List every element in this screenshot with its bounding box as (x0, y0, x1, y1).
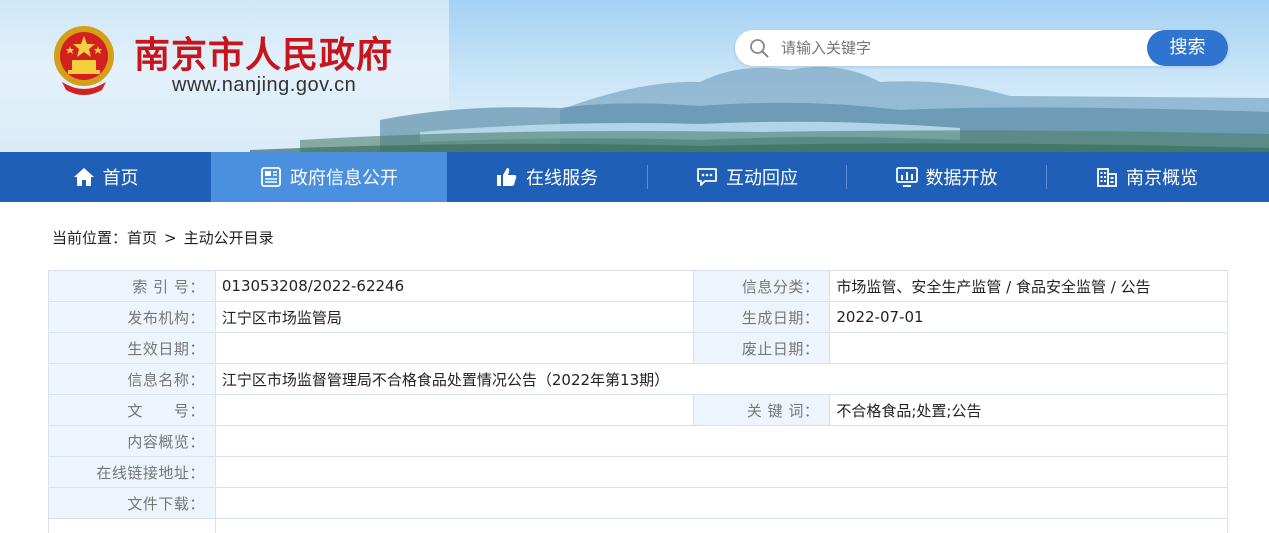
home-icon (73, 168, 94, 186)
nav-item-label: 数据开放 (925, 168, 998, 189)
table-row: 索 引 号： 013053208/2022-62246 信息分类： 市场监管、安… (48, 270, 1228, 302)
created-date-value: 2022-07-01 (829, 301, 1228, 333)
table-row: 文 号： 关 键 词： 不合格食品;处置;公告 (48, 394, 1228, 426)
monitor-chart-icon (895, 167, 918, 187)
nav-item-interaction[interactable]: 互动回应 (648, 152, 846, 202)
breadcrumb-prefix: 当前位置： (52, 229, 128, 247)
expiry-date-label: 废止日期： (693, 332, 831, 364)
table-row: 内容概览： (48, 425, 1229, 457)
thumbs-up-icon (497, 168, 517, 186)
breadcrumb-link-catalog[interactable]: 主动公开目录 (184, 227, 274, 248)
breadcrumb-link-home[interactable]: 首页 (127, 227, 157, 248)
table-tail-cell (48, 518, 216, 533)
info-table: 索 引 号： 013053208/2022-62246 信息分类： 市场监管、安… (48, 270, 1229, 533)
index-no-value: 013053208/2022-62246 (214, 270, 695, 302)
category-label: 信息分类： (693, 270, 831, 302)
table-row (48, 518, 1229, 533)
summary-label: 内容概览： (48, 425, 216, 457)
nav-item-label: 互动回应 (726, 168, 798, 189)
site-url: www.nanjing.gov.cn (172, 74, 357, 96)
file-download-value[interactable] (214, 487, 1229, 519)
nav-item-gov-info[interactable]: 政府信息公开 (211, 152, 447, 202)
nav-item-label: 政府信息公开 (290, 168, 398, 189)
main-nav: 首页 政府信息公开 在线服务 互动回应 数据开放 南京概览 (0, 152, 1269, 202)
breadcrumb: 当前位置：首页 > 主动公开目录 (52, 227, 274, 248)
chat-icon (697, 168, 717, 186)
document-icon (261, 167, 281, 187)
nav-item-label: 南京概览 (1126, 168, 1198, 189)
header-banner: 南京市人民政府 www.nanjing.gov.cn 搜索 (0, 0, 1269, 152)
info-name-label: 信息名称： (48, 363, 216, 395)
nav-item-label: 在线服务 (526, 168, 598, 189)
table-row: 信息名称： 江宁区市场监督管理局不合格食品处置情况公告（2022年第13期） (48, 363, 1229, 395)
category-value: 市场监管、安全生产监管 / 食品安全监管 / 公告 (829, 270, 1228, 302)
keywords-value: 不合格食品;处置;公告 (829, 394, 1228, 426)
table-tail-cell (214, 518, 1229, 533)
building-icon (1097, 168, 1117, 187)
breadcrumb-separator: > (164, 229, 177, 247)
doc-no-label: 文 号： (48, 394, 216, 426)
summary-value (214, 425, 1229, 457)
effective-date-value (214, 332, 695, 364)
table-row: 生效日期： 废止日期： (48, 332, 1228, 364)
search-button[interactable]: 搜索 (1147, 30, 1228, 66)
search-input[interactable] (781, 30, 1131, 66)
index-no-label: 索 引 号： (48, 270, 216, 302)
publisher-label: 发布机构： (48, 301, 216, 333)
table-row: 发布机构： 江宁区市场监管局 生成日期： 2022-07-01 (48, 301, 1228, 333)
publisher-value: 江宁区市场监管局 (214, 301, 695, 333)
nav-item-label: 首页 (102, 168, 139, 189)
online-link-label: 在线链接地址： (48, 456, 216, 488)
search-icon (750, 39, 769, 58)
site-title: 南京市人民政府 (134, 35, 394, 76)
effective-date-label: 生效日期： (48, 332, 216, 364)
info-name-value: 江宁区市场监督管理局不合格食品处置情况公告（2022年第13期） (214, 363, 1229, 395)
nav-item-home[interactable]: 首页 (0, 152, 211, 202)
expiry-date-value (829, 332, 1228, 364)
national-emblem-logo (48, 22, 120, 98)
nav-item-open-data[interactable]: 数据开放 (847, 152, 1046, 202)
table-row: 文件下载： (48, 487, 1229, 519)
keywords-label: 关 键 词： (693, 394, 831, 426)
created-date-label: 生成日期： (693, 301, 831, 333)
nav-item-nanjing-overview[interactable]: 南京概览 (1047, 152, 1247, 202)
doc-no-value (214, 394, 695, 426)
table-row: 在线链接地址： (48, 456, 1229, 488)
file-download-label: 文件下载： (48, 487, 216, 519)
online-link-value[interactable] (214, 456, 1229, 488)
nav-item-online-services[interactable]: 在线服务 (447, 152, 647, 202)
